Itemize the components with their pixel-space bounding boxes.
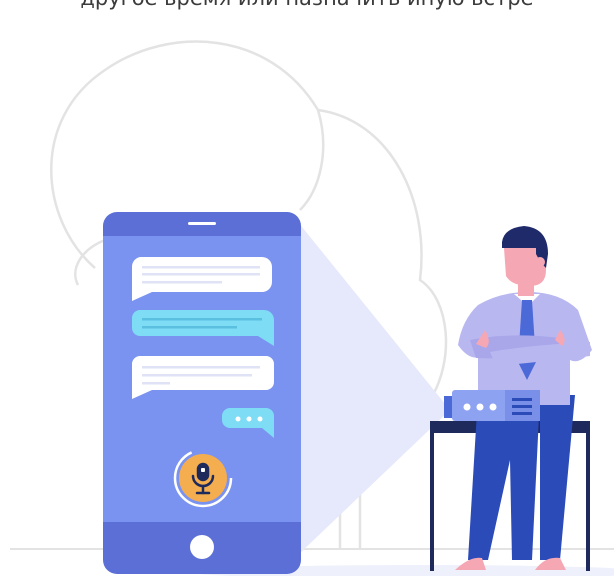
projector-icon — [444, 390, 540, 421]
home-button-icon[interactable] — [190, 535, 214, 559]
projection-beam — [298, 222, 450, 555]
phone-speaker — [188, 222, 216, 225]
illustration — [10, 40, 614, 576]
phone — [103, 212, 301, 574]
